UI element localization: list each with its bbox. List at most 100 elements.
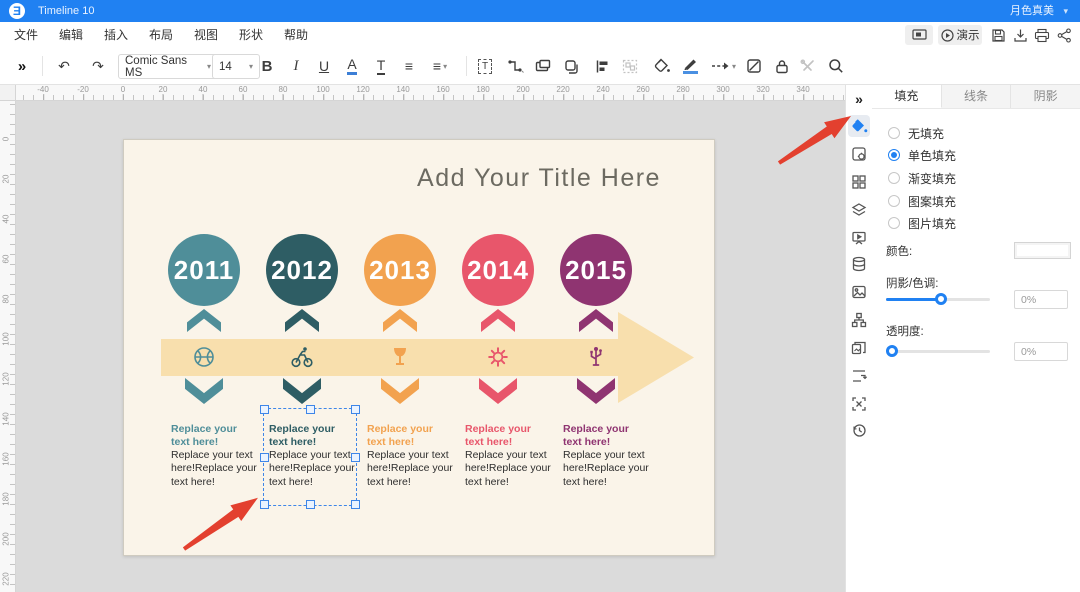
account-name[interactable]: 月色真美 [1010,0,1054,22]
year-circle[interactable]: 2013 [364,234,436,306]
slider-knob[interactable] [935,293,947,305]
text-style-button[interactable]: T [369,54,393,78]
timeline-text-block[interactable]: Replace your text here! Replace your tex… [563,423,649,489]
text-indent-icon[interactable] [848,365,870,387]
year-circle[interactable]: 2014 [462,234,534,306]
chevron-up-icon[interactable] [285,309,319,332]
selection-handle-w[interactable] [260,453,269,462]
collapse-panel-icon[interactable]: » [848,88,870,110]
replace-picture-icon[interactable] [848,337,870,359]
print-button[interactable] [1032,26,1052,44]
chevron-up-icon[interactable] [481,309,515,332]
canvas-page[interactable]: Add Your Title Here 2011 Replace your te… [123,139,715,556]
font-family-select[interactable]: Comic Sans MS ▾ [118,54,218,79]
selection-box[interactable] [260,405,360,509]
menu-help[interactable]: 帮助 [284,22,308,48]
layers-icon[interactable] [848,199,870,221]
chevron-down-icon[interactable] [283,378,321,404]
chevron-down-icon[interactable] [185,378,223,404]
account-caret-icon[interactable]: ▾ [1063,0,1068,22]
tab-line[interactable]: 线条 [942,85,1012,108]
chevron-up-icon[interactable] [579,309,613,332]
menu-layout[interactable]: 布局 [149,22,173,48]
timeline-text-block[interactable]: Replace your text here! Replace your tex… [171,423,257,489]
symbol-library-icon[interactable] [848,171,870,193]
search-button[interactable] [824,54,848,78]
fill-option-solid[interactable]: 单色填充 [888,147,956,163]
basketball-icon[interactable] [192,345,216,369]
fill-option-pattern[interactable]: 图案填充 [888,193,956,209]
slider-track[interactable] [886,350,990,353]
fill-option-picture[interactable]: 图片填充 [888,215,956,231]
list-style-button[interactable]: ≡ ▾ [424,54,456,78]
tools-button[interactable] [796,54,820,78]
shape-button[interactable] [531,54,555,78]
line-spacing-button[interactable]: ≡ [397,54,421,78]
menu-file[interactable]: 文件 [14,22,38,48]
data-icon[interactable] [848,253,870,275]
opacity-value-input[interactable]: 0% [1014,342,1068,361]
cyclist-icon[interactable] [290,345,314,369]
chevron-down-icon[interactable] [577,378,615,404]
collapse-toolbar-button[interactable]: » [10,54,34,78]
fill-option-none[interactable]: 无填充 [888,125,944,141]
presentation-icon[interactable] [848,227,870,249]
group-button[interactable] [618,54,642,78]
download-button[interactable] [1010,26,1030,44]
shadow-value-input[interactable]: 0% [1014,290,1068,309]
usb-icon[interactable] [584,345,608,369]
gear-icon[interactable] [486,345,510,369]
opacity-slider[interactable] [886,345,990,357]
menu-insert[interactable]: 插入 [104,22,128,48]
pen-color-button[interactable] [678,54,702,78]
share-button[interactable] [1054,26,1074,44]
chevron-down-icon[interactable] [479,378,517,404]
tab-shadow[interactable]: 阴影 [1011,85,1080,108]
chevron-down-icon[interactable] [381,378,419,404]
structure-icon[interactable] [848,309,870,331]
clear-style-button[interactable] [742,54,766,78]
shadow-slider[interactable] [886,293,990,305]
line-style-button[interactable]: ▾ [708,54,738,78]
underline-button[interactable]: U [312,54,336,78]
history-icon[interactable] [848,419,870,441]
present-button[interactable]: 演示 [938,25,982,45]
font-color-button[interactable]: A [340,54,364,78]
fit-window-icon[interactable] [848,393,870,415]
align-button[interactable] [590,54,614,78]
menu-view[interactable]: 视图 [194,22,218,48]
chevron-up-icon[interactable] [187,309,221,332]
cocktail-icon[interactable] [388,345,412,369]
timeline-text-block[interactable]: Replace your text here! Replace your tex… [367,423,453,489]
tab-fill[interactable]: 填充 [872,85,942,108]
undo-button[interactable]: ↶ [52,54,76,78]
font-size-select[interactable]: 14 ▾ [212,54,260,79]
fullscreen-preview-button[interactable] [905,25,933,45]
slider-knob[interactable] [886,345,898,357]
italic-button[interactable]: I [284,54,308,78]
selection-handle-ne[interactable] [351,405,360,414]
insert-image-icon[interactable] [848,281,870,303]
lock-button[interactable] [770,54,794,78]
save-button[interactable] [988,26,1008,44]
chevron-up-icon[interactable] [383,309,417,332]
year-circle[interactable]: 2011 [168,234,240,306]
fill-option-gradient[interactable]: 渐变填充 [888,170,956,186]
year-circle[interactable]: 2015 [560,234,632,306]
selection-handle-se[interactable] [351,500,360,509]
text-box-button[interactable]: T [473,54,497,78]
redo-button[interactable]: ↷ [86,54,110,78]
connector-button[interactable] [503,54,527,78]
fill-color-swatch[interactable] [1014,242,1071,259]
bold-button[interactable]: B [255,54,279,78]
year-circle[interactable]: 2012 [266,234,338,306]
fill-color-button[interactable] [650,54,674,78]
menu-edit[interactable]: 编辑 [59,22,83,48]
selection-handle-n[interactable] [306,405,315,414]
page-settings-icon[interactable] [848,143,870,165]
selection-handle-nw[interactable] [260,405,269,414]
timeline-text-block[interactable]: Replace your text here! Replace your tex… [465,423,551,489]
selection-handle-sw[interactable] [260,500,269,509]
fill-panel-icon[interactable] [848,115,870,137]
menu-shape[interactable]: 形状 [239,22,263,48]
